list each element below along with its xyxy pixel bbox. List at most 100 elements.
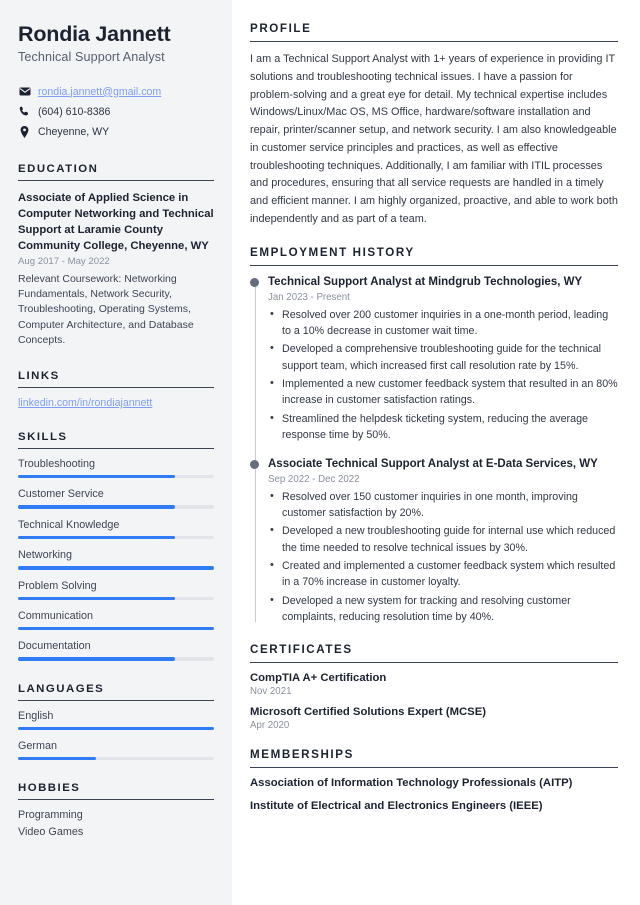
employment-bullet: Developed a comprehensive troubleshootin… xyxy=(268,340,618,374)
employment-bullets: Resolved over 200 customer inquiries in … xyxy=(268,306,618,444)
skill-bar-fill xyxy=(18,474,175,479)
section-languages: Languages English German xyxy=(18,683,214,761)
skill-label: Documentation xyxy=(18,640,91,653)
resume-page: Rondia Jannett Technical Support Analyst… xyxy=(0,0,640,905)
contact-location: Cheyenne, WY xyxy=(18,125,214,139)
header-job-title: Technical Support Analyst xyxy=(18,49,165,64)
hobby-item: Video Games xyxy=(18,826,84,839)
skill-bar-fill xyxy=(18,535,175,540)
certificate-date: Apr 2020 xyxy=(250,719,290,731)
language-item: German xyxy=(18,740,214,761)
language-item: English xyxy=(18,709,214,731)
skill-item: Communication xyxy=(18,609,214,631)
skill-label: Troubleshooting xyxy=(18,457,96,470)
employment-bullet: Resolved over 200 customer inquiries in … xyxy=(268,306,618,340)
education-date: Aug 2017 - May 2022 xyxy=(18,255,110,267)
name-block: Rondia Jannett Technical Support Analyst xyxy=(18,22,214,64)
section-heading-hobbies: Hobbies xyxy=(18,782,214,801)
employment-bullet: Resolved over 150 customer inquiries in … xyxy=(268,488,618,522)
skill-item: Problem Solving xyxy=(18,580,214,600)
employment-title: Associate Technical Support Analyst at E… xyxy=(268,457,598,470)
certificate-date: Nov 2021 xyxy=(250,685,292,697)
language-bar-track xyxy=(18,726,214,731)
language-label: English xyxy=(18,709,54,722)
phone-icon xyxy=(18,106,31,117)
section-heading-certificates: Certificates xyxy=(250,643,618,663)
phone-text: (604) 610-8386 xyxy=(38,105,111,118)
education-degree: Associate of Applied Science in Computer… xyxy=(18,191,214,252)
skill-bar-track xyxy=(18,535,214,540)
section-heading-memberships: Memberships xyxy=(250,748,618,768)
employment-bullet: Developed a new system for tracking and … xyxy=(268,592,618,626)
employment-date: Sep 2022 - Dec 2022 xyxy=(268,473,360,485)
section-heading-links: Links xyxy=(18,370,214,388)
section-profile: Profile I am a Technical Support Analyst… xyxy=(250,22,618,229)
skill-bar-track xyxy=(18,505,214,509)
sidebar: Rondia Jannett Technical Support Analyst… xyxy=(0,0,232,905)
page-title: Rondia Jannett xyxy=(18,22,171,46)
location-text: Cheyenne, WY xyxy=(38,125,110,138)
section-heading-education: Education xyxy=(18,163,214,181)
employment-item: Technical Support Analyst at Mindgrub Te… xyxy=(250,275,618,444)
skill-label: Communication xyxy=(18,609,94,622)
skill-item: Documentation xyxy=(18,640,214,661)
skill-bar-fill xyxy=(18,626,214,631)
timeline-dot-icon xyxy=(250,459,260,470)
skill-label: Technical Knowledge xyxy=(18,518,120,531)
section-employment: Employment History Technical Support Ana… xyxy=(250,246,618,626)
membership-item: Association of Information Technology Pr… xyxy=(250,776,573,789)
skill-bar-track xyxy=(18,596,214,600)
section-links: Links linkedin.com/in/rondiajannett xyxy=(18,370,214,409)
languages-list: English German xyxy=(18,710,214,761)
language-bar-fill xyxy=(18,757,97,761)
section-memberships: Memberships Association of Information T… xyxy=(250,748,618,812)
section-heading-skills: Skills xyxy=(18,431,214,449)
employment-title: Technical Support Analyst at Mindgrub Te… xyxy=(268,275,583,288)
skill-bar-fill xyxy=(18,596,175,600)
membership-item: Institute of Electrical and Electronics … xyxy=(250,799,543,812)
skill-bar-track xyxy=(18,566,214,570)
section-certificates: Certificates CompTIA A+ Certification Nov… xyxy=(250,643,618,731)
section-heading-employment: Employment History xyxy=(250,246,618,266)
education-description: Relevant Coursework: Networking Fundamen… xyxy=(18,272,194,346)
section-hobbies: Hobbies Programming Video Games xyxy=(18,782,214,838)
skill-bar-track xyxy=(18,474,214,479)
employment-date: Jan 2023 - Present xyxy=(268,291,350,303)
contact-list: rondia.jannett@gmail.com (604) 610-8386 … xyxy=(18,85,214,139)
skill-bar-fill xyxy=(18,505,175,509)
certificate-name: CompTIA A+ Certification xyxy=(250,671,387,684)
location-pin-icon xyxy=(18,125,31,138)
language-bar-fill xyxy=(18,726,214,731)
section-heading-profile: Profile xyxy=(250,22,618,42)
section-heading-languages: Languages xyxy=(18,683,214,701)
language-bar-track xyxy=(18,757,214,761)
employment-bullet: Created and implemented a customer feedb… xyxy=(268,557,618,591)
employment-bullet: Streamlined the helpdesk ticketing syste… xyxy=(268,410,618,444)
certificate-name: Microsoft Certified Solutions Expert (MC… xyxy=(250,705,486,718)
employment-bullet: Implemented a new customer feedback syst… xyxy=(268,375,618,409)
linkedin-link[interactable]: linkedin.com/in/rondiajannett xyxy=(18,397,214,409)
employment-timeline: Technical Support Analyst at Mindgrub Te… xyxy=(250,275,618,626)
skill-label: Problem Solving xyxy=(18,579,97,592)
skill-bar-fill xyxy=(18,657,175,661)
employment-item: Associate Technical Support Analyst at E… xyxy=(250,457,618,626)
certificates-list: CompTIA A+ Certification Nov 2021 Microsof… xyxy=(250,672,618,731)
skill-item: Troubleshooting xyxy=(18,457,214,479)
skill-label: Customer Service xyxy=(18,488,104,501)
email-link[interactable]: rondia.jannett@gmail.com xyxy=(38,86,161,98)
employment-bullet: Developed a new troubleshooting guide fo… xyxy=(268,522,618,556)
contact-phone: (604) 610-8386 xyxy=(18,105,214,119)
skill-bar-track xyxy=(18,657,214,661)
main-column: Profile I am a Technical Support Analyst… xyxy=(232,0,640,905)
skill-label: Networking xyxy=(18,549,73,562)
education-item: Associate of Applied Science in Computer… xyxy=(18,190,214,348)
section-education: Education Associate of Applied Science i… xyxy=(18,163,214,348)
contact-email: rondia.jannett@gmail.com xyxy=(18,85,214,99)
language-label: German xyxy=(18,740,58,753)
employment-bullets: Resolved over 150 customer inquiries in … xyxy=(268,488,618,626)
certificate-item: Microsoft Certified Solutions Expert (MC… xyxy=(250,706,618,731)
skill-item: Technical Knowledge xyxy=(18,518,214,540)
memberships-list: Association of Information Technology Pr… xyxy=(250,777,618,812)
skill-item: Networking xyxy=(18,549,214,570)
timeline-dot-icon xyxy=(250,278,260,288)
